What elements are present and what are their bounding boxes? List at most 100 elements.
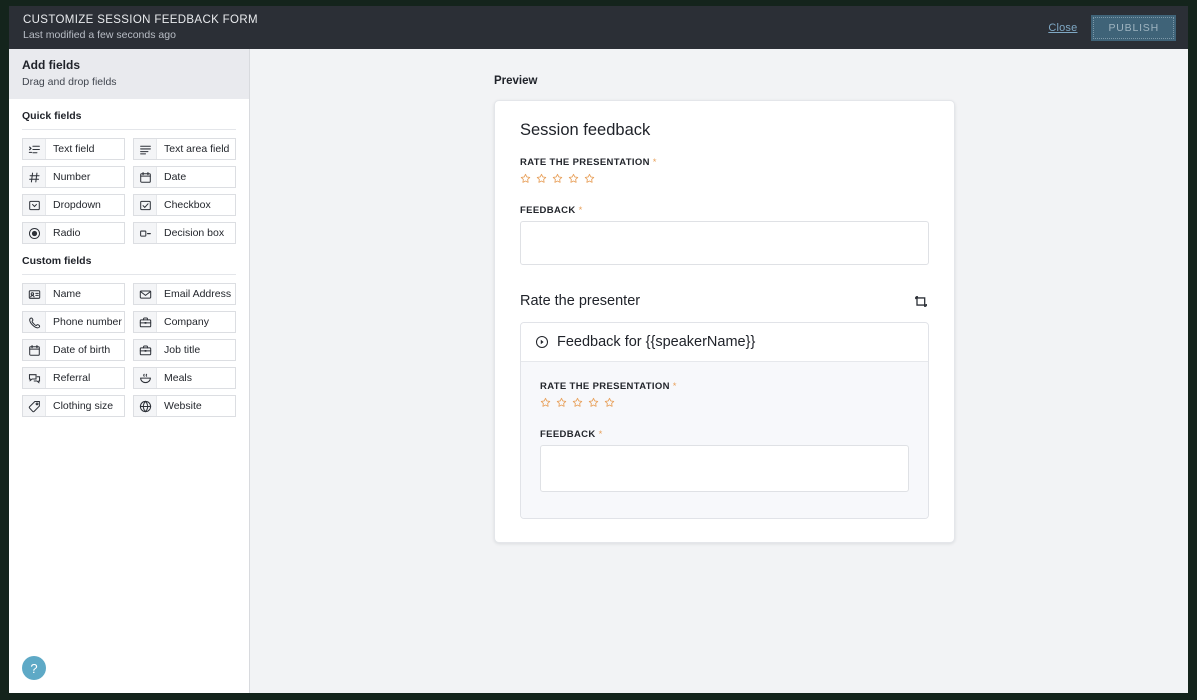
required-asterisk: * <box>578 205 583 216</box>
star-icon[interactable] <box>552 173 563 184</box>
required-asterisk: * <box>652 157 657 168</box>
star-icon[interactable] <box>572 397 583 408</box>
nested-feedback-label-text: FEEDBACK <box>540 429 596 440</box>
sidebar-group: Quick fields Text field Text area field Num… <box>9 99 249 244</box>
nested-star-rating[interactable] <box>540 397 909 408</box>
field-chip-label: Dropdown <box>53 199 101 211</box>
field-chip-label: Name <box>53 288 82 300</box>
field-chip-referral[interactable]: Referral <box>22 367 125 389</box>
feedback-label: FEEDBACK * <box>520 205 929 216</box>
feedback-field: FEEDBACK * <box>520 205 929 265</box>
field-chip-label: Text field <box>53 143 95 155</box>
field-chip-label: Decision box <box>164 227 225 239</box>
nested-panel-title: Feedback for {{speakerName}} <box>557 334 756 350</box>
star-icon[interactable] <box>536 173 547 184</box>
chat-bubbles-icon <box>23 368 46 388</box>
field-chip-number[interactable]: Number <box>22 166 125 188</box>
star-icon[interactable] <box>520 173 531 184</box>
field-chip-text-field[interactable]: Text field <box>22 138 125 160</box>
field-chip-website[interactable]: Website <box>133 395 236 417</box>
field-chip-meals[interactable]: Meals <box>133 367 236 389</box>
star-rating[interactable] <box>520 173 929 184</box>
nested-feedback-label: FEEDBACK * <box>540 429 909 440</box>
field-chip-label: Radio <box>53 227 81 239</box>
star-icon[interactable] <box>588 397 599 408</box>
star-icon[interactable] <box>584 173 595 184</box>
id-card-icon <box>23 284 46 304</box>
top-bar: CUSTOMIZE SESSION FEEDBACK FORM Last mod… <box>9 6 1188 49</box>
calendar-icon <box>134 167 157 187</box>
bowl-icon <box>134 368 157 388</box>
field-chip-radio[interactable]: Radio <box>22 222 125 244</box>
checkbox-icon <box>134 195 157 215</box>
rating-field: RATE THE PRESENTATION * <box>520 157 929 184</box>
nested-feedback-textarea[interactable] <box>540 445 909 492</box>
text-field-icon <box>23 139 46 159</box>
field-chip-date[interactable]: Date <box>133 166 236 188</box>
required-asterisk: * <box>672 381 677 392</box>
tag-icon <box>23 396 46 416</box>
nested-rating-label-text: RATE THE PRESENTATION <box>540 381 670 392</box>
page-title: CUSTOMIZE SESSION FEEDBACK FORM <box>23 14 258 26</box>
nested-repeat-panel: Feedback for {{speakerName}} RATE THE PR… <box>520 322 929 519</box>
field-chip-email-address[interactable]: Email Address <box>133 283 236 305</box>
form-title: Session feedback <box>520 121 651 139</box>
field-chip-checkbox[interactable]: Checkbox <box>133 194 236 216</box>
star-icon[interactable] <box>568 173 579 184</box>
field-chip-label: Phone number <box>53 316 122 328</box>
star-icon[interactable] <box>540 397 551 408</box>
field-chip-date-of-birth[interactable]: Date of birth <box>22 339 125 361</box>
field-chip-phone-number[interactable]: Phone number <box>22 311 125 333</box>
field-chip-grid: Name Email Address Phone number Company Date… <box>22 283 236 417</box>
field-chip-label: Website <box>164 400 202 412</box>
required-asterisk: * <box>598 429 603 440</box>
publish-button[interactable]: PUBLISH <box>1091 14 1176 41</box>
app-root: CUSTOMIZE SESSION FEEDBACK FORM Last mod… <box>9 6 1188 693</box>
feedback-textarea[interactable] <box>520 221 929 265</box>
globe-icon <box>134 396 157 416</box>
field-chip-label: Checkbox <box>164 199 211 211</box>
briefcase-icon <box>134 312 157 332</box>
briefcase-icon <box>134 340 157 360</box>
field-chip-label: Email Address <box>164 288 232 300</box>
close-link[interactable]: Close <box>1048 22 1077 34</box>
field-chip-clothing-size[interactable]: Clothing size <box>22 395 125 417</box>
sidebar: Add fields Drag and drop fields Quick fi… <box>9 49 250 693</box>
envelope-icon <box>134 284 157 304</box>
field-chip-label: Clothing size <box>53 400 114 412</box>
field-chip-name[interactable]: Name <box>22 283 125 305</box>
sidebar-header: Add fields Drag and drop fields <box>9 49 249 99</box>
dropdown-icon <box>23 195 46 215</box>
help-button[interactable]: ? <box>22 656 46 680</box>
phone-icon <box>23 312 46 332</box>
repeat-icon[interactable] <box>914 294 929 309</box>
last-modified-text: Last modified a few seconds ago <box>23 29 176 41</box>
sidebar-groups: Quick fields Text field Text area field Num… <box>9 99 249 417</box>
feedback-label-text: FEEDBACK <box>520 205 576 216</box>
nested-feedback-field: FEEDBACK * <box>540 429 909 492</box>
field-chip-company[interactable]: Company <box>133 311 236 333</box>
rating-label: RATE THE PRESENTATION * <box>520 157 929 168</box>
repeat-section-title: Rate the presenter <box>520 293 641 309</box>
calendar-icon <box>23 340 46 360</box>
field-chip-job-title[interactable]: Job title <box>133 339 236 361</box>
field-chip-decision-box[interactable]: Decision box <box>133 222 236 244</box>
field-chip-label: Date <box>164 171 187 183</box>
field-chip-label: Referral <box>53 372 91 384</box>
field-chip-label: Text area field <box>164 143 230 155</box>
repeat-section-header: Rate the presenter <box>520 293 929 309</box>
field-chip-grid: Text field Text area field Number Date Dropd… <box>22 138 236 244</box>
top-bar-titles: CUSTOMIZE SESSION FEEDBACK FORM Last mod… <box>23 14 258 41</box>
star-icon[interactable] <box>556 397 567 408</box>
field-chip-label: Company <box>164 316 209 328</box>
field-chip-label: Number <box>53 171 91 183</box>
field-chip-text-area-field[interactable]: Text area field <box>133 138 236 160</box>
rating-label-text: RATE THE PRESENTATION <box>520 157 650 168</box>
nested-rating-field: RATE THE PRESENTATION * <box>540 381 909 408</box>
field-chip-label: Meals <box>164 372 193 384</box>
sidebar-subtitle: Drag and drop fields <box>22 76 117 88</box>
nested-panel-header[interactable]: Feedback for {{speakerName}} <box>521 323 928 362</box>
nested-rating-label: RATE THE PRESENTATION * <box>540 381 909 392</box>
field-chip-dropdown[interactable]: Dropdown <box>22 194 125 216</box>
star-icon[interactable] <box>604 397 615 408</box>
